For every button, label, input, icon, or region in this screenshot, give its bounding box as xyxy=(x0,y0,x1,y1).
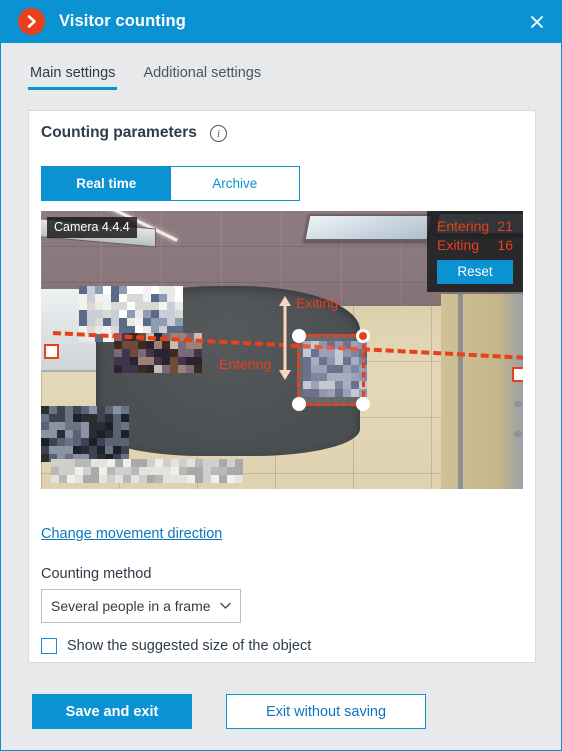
counting-line-endpoint-left[interactable] xyxy=(44,344,59,359)
scene-shelving xyxy=(441,294,523,489)
tab-bar: Main settings Additional settings xyxy=(1,43,561,90)
exiting-label: Exiting xyxy=(437,237,480,253)
counter-overlay: Entering 21 Exiting 16 Reset xyxy=(427,211,523,292)
visitor-counting-window: Visitor counting Main settings Additiona… xyxy=(0,0,562,751)
close-button[interactable] xyxy=(513,0,561,43)
entering-row: Entering 21 xyxy=(437,217,513,236)
object-size-handle-bottom-left[interactable] xyxy=(292,397,306,411)
mode-toggle-archive[interactable]: Archive xyxy=(170,167,299,200)
exiting-row: Exiting 16 xyxy=(437,236,513,255)
scene-shelf-rail-2 xyxy=(514,401,522,408)
mode-toggle-archive-label: Archive xyxy=(212,176,258,191)
counting-method-value: Several people in a frame xyxy=(51,598,211,614)
direction-label-entering: Entering xyxy=(219,356,272,372)
show-suggested-size-row[interactable]: Show the suggested size of the object xyxy=(41,638,311,654)
chevron-down-icon xyxy=(220,597,231,615)
scene-shelf-rail-3 xyxy=(514,430,522,437)
scene-skylight-1 xyxy=(303,214,434,241)
mode-toggle-real-time-label: Real time xyxy=(76,176,137,191)
entering-value: 21 xyxy=(497,218,513,234)
object-size-handle-bottom-right[interactable] xyxy=(356,397,370,411)
counting-method-select[interactable]: Several people in a frame xyxy=(41,589,241,623)
camera-preview[interactable]: Camera 4.4.4 Entering 21 Exiting 16 Rese… xyxy=(41,211,523,489)
camera-label: Camera 4.4.4 xyxy=(47,217,137,238)
window-title: Visitor counting xyxy=(59,12,186,30)
scene-person-blurred-3 xyxy=(41,406,129,462)
object-size-handle-top-left[interactable] xyxy=(292,329,306,343)
direction-arrow xyxy=(279,295,291,381)
tab-main-settings[interactable]: Main settings xyxy=(28,65,118,90)
show-suggested-size-label: Show the suggested size of the object xyxy=(67,638,312,654)
change-movement-direction-link[interactable]: Change movement direction xyxy=(41,526,222,542)
counting-parameters-card: Counting parameters i Real time Archive xyxy=(28,110,536,663)
tab-additional-settings-label: Additional settings xyxy=(143,65,262,81)
object-size-handle-top-right[interactable] xyxy=(356,329,370,343)
counting-line-endpoint-right[interactable] xyxy=(512,367,523,382)
reset-button[interactable]: Reset xyxy=(437,260,513,284)
info-icon[interactable]: i xyxy=(210,125,227,142)
direction-label-exiting: Exiting xyxy=(296,295,339,311)
entering-label: Entering xyxy=(437,218,490,234)
counting-method-label: Counting method xyxy=(41,566,152,582)
close-icon xyxy=(531,15,543,28)
mode-toggle-real-time[interactable]: Real time xyxy=(42,167,171,200)
scene-shelf-edge xyxy=(457,294,463,489)
exit-without-saving-button[interactable]: Exit without saving xyxy=(226,694,426,729)
app-logo-chevron-right-circle-icon xyxy=(18,8,45,35)
card-title: Counting parameters xyxy=(41,124,197,141)
save-and-exit-button[interactable]: Save and exit xyxy=(32,694,192,729)
scene-object-blurred-4 xyxy=(51,459,243,483)
mode-toggle: Real time Archive xyxy=(41,166,300,201)
title-bar: Visitor counting xyxy=(1,0,561,43)
object-size-box[interactable] xyxy=(292,329,370,411)
show-suggested-size-checkbox[interactable] xyxy=(41,638,57,654)
exiting-value: 16 xyxy=(497,237,513,253)
tab-main-settings-label: Main settings xyxy=(30,65,116,81)
tab-additional-settings[interactable]: Additional settings xyxy=(141,65,263,90)
